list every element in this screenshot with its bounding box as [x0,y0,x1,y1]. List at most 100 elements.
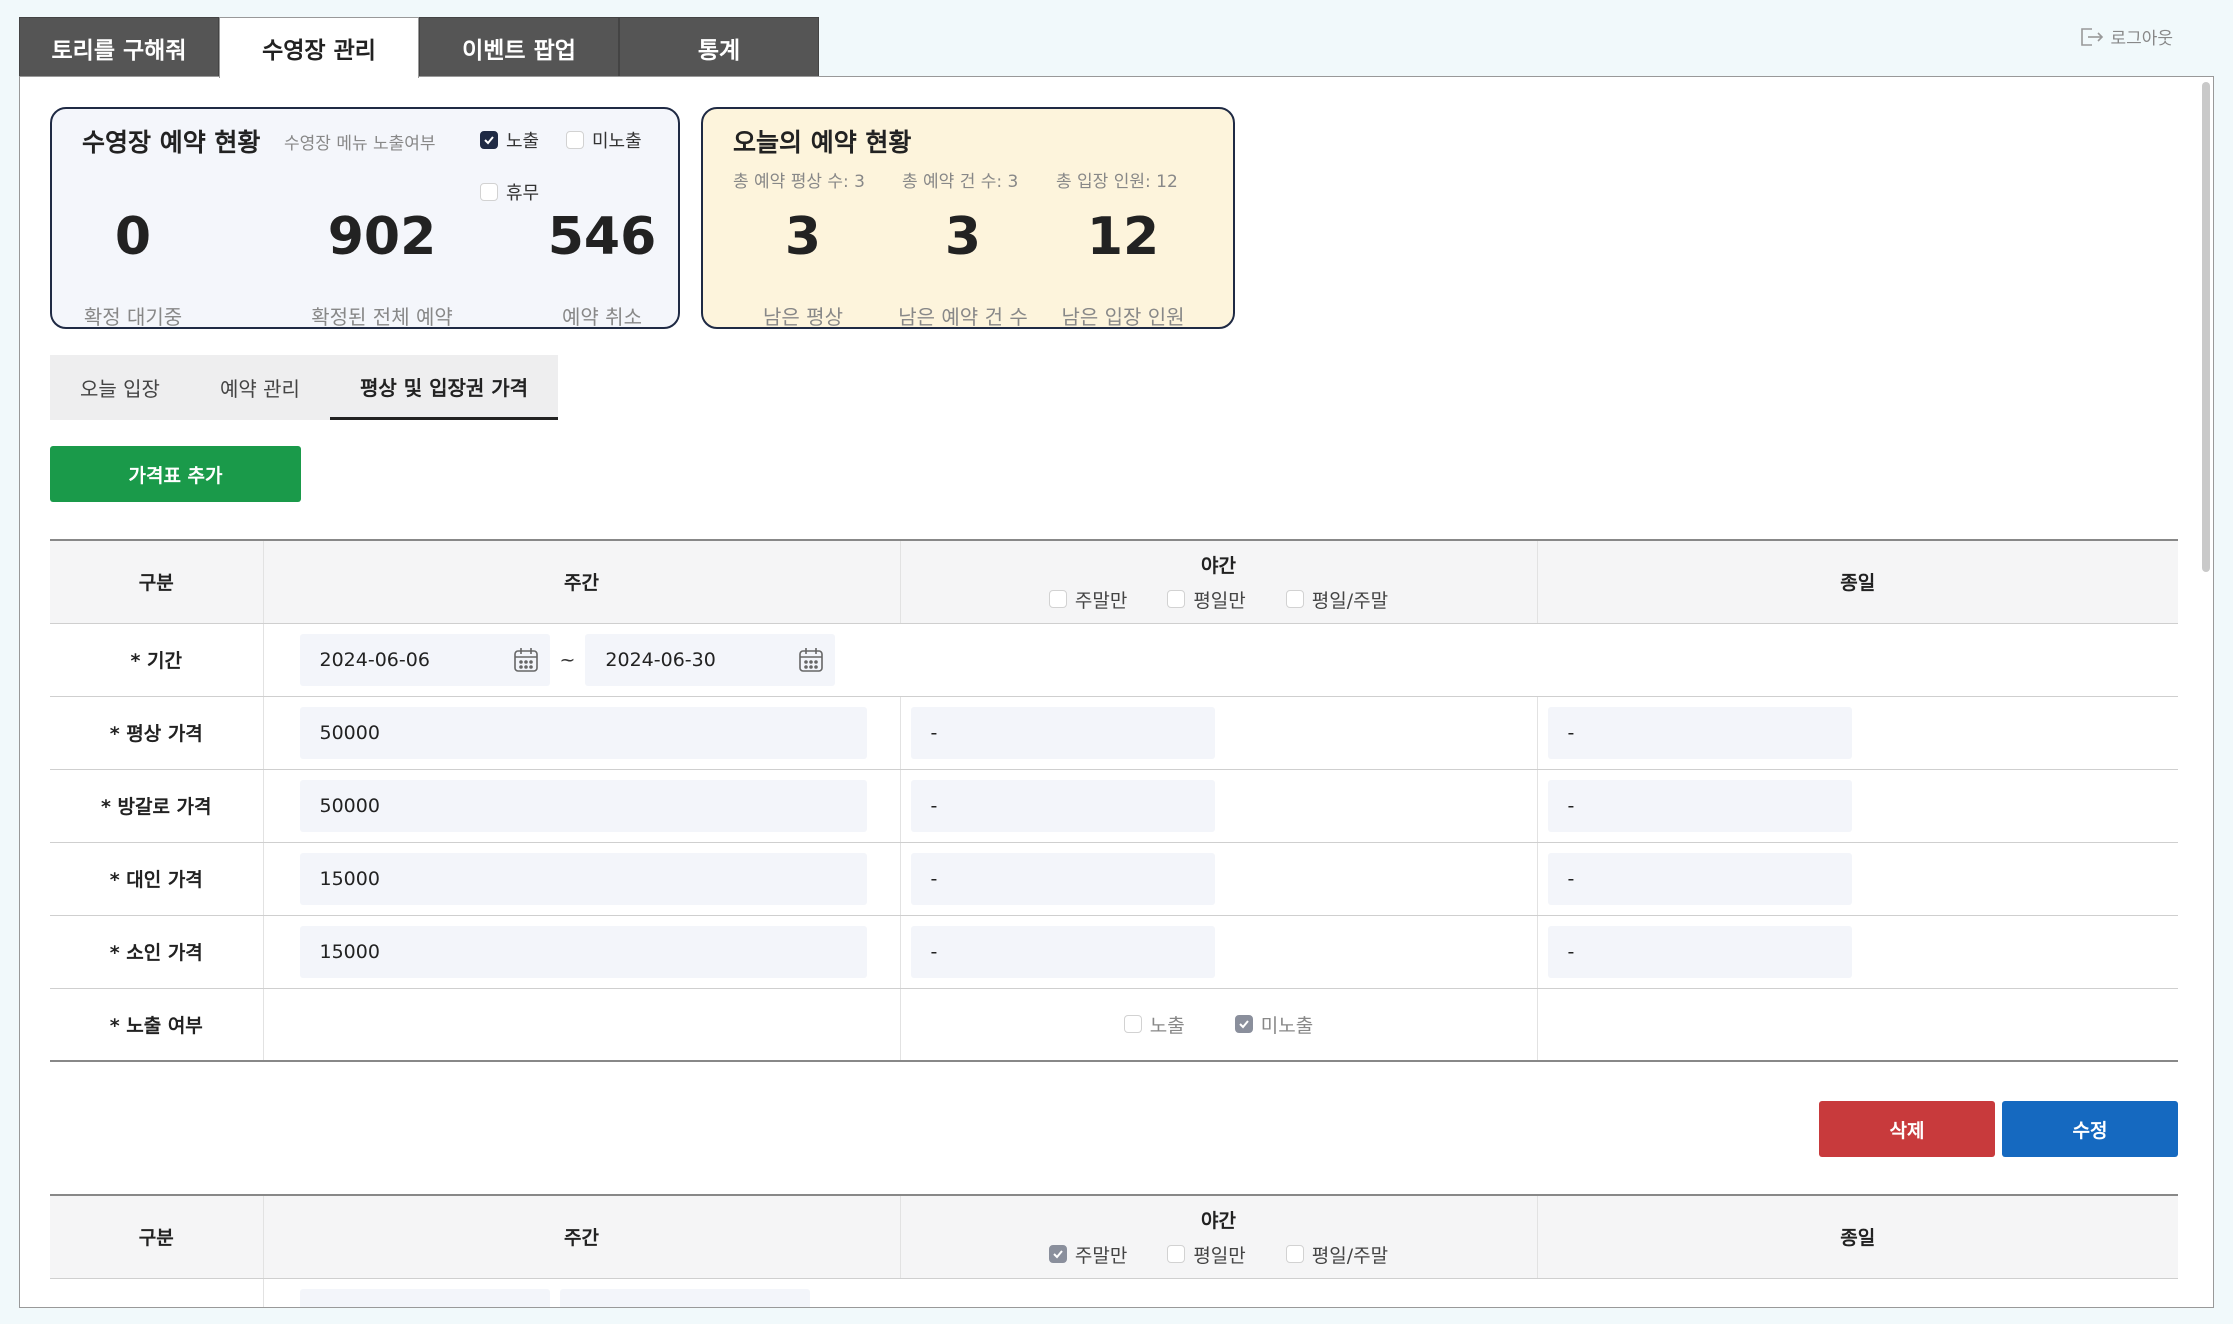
allday-price-input[interactable]: - [1547,925,1852,978]
day-price-input[interactable]: 15000 [299,925,867,978]
sub-tab-bar: 오늘 입장 예약 관리 평상 및 입장권 가격 [50,355,559,420]
stat-value: 12 [1086,207,1160,267]
add-price-table-button[interactable]: 가격표 추가 [50,446,301,502]
night-weekday-checkbox[interactable]: 평일만 [1167,1241,1246,1268]
checkbox-unchecked-icon [480,183,498,201]
night-options: 주말만 평일만 평일/주말 [901,1241,1537,1268]
day-price-input[interactable]: 15000 [299,852,867,905]
date-value: 2024-06-30 [605,648,716,671]
checkbox-unchecked-icon [1285,1245,1304,1264]
checkbox-unchecked-icon [1048,590,1067,609]
menu-show-checkbox[interactable]: 노출 [480,127,539,153]
stat-label: 확정된 전체 예약 [311,305,453,329]
option-label: 평일/주말 [1311,1244,1389,1267]
tab-price-settings[interactable]: 평상 및 입장권 가격 [329,355,559,420]
menu-hide-label: 미노출 [592,131,642,152]
checkbox-unchecked-icon [1285,590,1304,609]
table-row: * 방갈로 가격 50000 - - [50,769,2178,843]
card-title: 수영장 예약 현황 [82,128,261,157]
night-both-checkbox[interactable]: 평일/주말 [1285,586,1389,613]
allday-price-input[interactable]: - [1547,779,1852,832]
menu-visibility-label: 수영장 메뉴 노출여부 [284,134,436,154]
table-row-period [50,1278,2178,1307]
header-category: 구분 [50,1195,264,1279]
checkbox-unchecked-icon [1123,1015,1142,1034]
table-row: * 소인 가격 15000 - - [50,915,2178,989]
header-night: 야간 주말만 평일만 평일/주말 [900,540,1538,624]
night-both-checkbox[interactable]: 평일/주말 [1285,1241,1389,1268]
stat-value: 3 [944,207,982,267]
stat-label: 남은 평상 [763,305,843,329]
header-night-label: 야간 [1201,1209,1236,1232]
today-reservation-card: 오늘의 예약 현황 총 예약 평상 수: 3 총 예약 건 수: 3 총 입장 … [701,107,1235,329]
menu-closed-checkbox[interactable]: 휴무 [480,179,539,205]
start-date-input[interactable] [299,1288,550,1307]
date-value: 2024-06-06 [319,648,430,671]
edit-button[interactable]: 수정 [2002,1101,2178,1157]
stat-label: 남은 입장 인원 [1061,305,1185,329]
tab-today-entry[interactable]: 오늘 입장 [50,355,190,420]
allday-price-input[interactable]: - [1547,852,1852,905]
menu-hide-checkbox[interactable]: 미노출 [566,127,642,153]
stat-confirmed: 902 확정된 전체 예약 [282,211,482,330]
header-allday: 종일 [1537,1195,2178,1279]
header-day: 주간 [263,540,901,624]
table-row: * 평상 가격 50000 - - [50,696,2178,770]
night-price-input[interactable]: - [910,925,1215,978]
stat-remaining-visitors: 12 남은 입장 인원 [1053,211,1193,330]
row-label: * 소인 가격 [50,915,264,989]
menu-closed-label: 휴무 [506,183,540,204]
header-category: 구분 [50,540,264,624]
end-date-input[interactable] [559,1288,810,1307]
calendar-icon[interactable] [512,646,540,674]
tab-tori[interactable]: 토리를 구해줘 [19,17,219,77]
logout-icon [2081,27,2104,46]
end-date-input[interactable]: 2024-06-30 [585,633,836,686]
delete-button[interactable]: 삭제 [1819,1101,1995,1157]
top-tab-bar: 토리를 구해줘 수영장 관리 이벤트 팝업 통계 [19,17,819,78]
checkbox-checked-icon [1048,1245,1067,1264]
logout-button[interactable]: 로그아웃 [2078,24,2173,49]
total-visitor-count: 총 입장 인원: 12 [1056,172,1178,192]
day-price-input[interactable]: 50000 [299,779,867,832]
option-label: 노출 [1149,1014,1185,1037]
logout-label: 로그아웃 [2110,29,2173,49]
night-weekend-checkbox[interactable]: 주말만 [1048,586,1127,613]
checkbox-unchecked-icon [566,131,584,149]
table-row-period: * 기간 2024-06-06 ~ 2024-06-30 [50,623,2178,697]
tab-statistics[interactable]: 통계 [619,17,819,77]
stat-value: 546 [547,207,657,267]
stat-remaining-bookings: 3 남은 예약 건 수 [893,211,1033,330]
option-label: 주말만 [1074,1244,1128,1267]
night-price-input[interactable]: - [910,706,1215,759]
stat-label: 남은 예약 건 수 [898,305,1028,329]
expose-hide-checkbox[interactable]: 미노출 [1234,1011,1314,1038]
header-night: 야간 주말만 평일만 평일/주말 [900,1195,1538,1279]
header-night-label: 야간 [1201,554,1236,577]
expose-show-checkbox[interactable]: 노출 [1123,1011,1185,1038]
start-date-input[interactable]: 2024-06-06 [299,633,550,686]
price-table: 구분 주간 야간 주말만 평일만 평일/주말 종일 * 기간 2024-06-0… [50,539,2178,1062]
night-price-input[interactable]: - [910,779,1215,832]
row-label: * 평상 가격 [50,696,264,770]
option-label: 미노출 [1260,1014,1314,1037]
night-weekend-checkbox[interactable]: 주말만 [1048,1241,1128,1268]
option-label: 평일/주말 [1311,589,1389,612]
header-day: 주간 [263,1195,901,1279]
tab-reservation-management[interactable]: 예약 관리 [190,355,330,420]
tab-pool-management[interactable]: 수영장 관리 [219,17,419,78]
tab-event-popup[interactable]: 이벤트 팝업 [419,17,619,77]
allday-price-input[interactable]: - [1547,706,1852,759]
checkbox-checked-icon [1234,1015,1253,1034]
stat-value: 3 [784,207,822,267]
row-label: * 노출 여부 [50,988,264,1062]
day-price-input[interactable]: 50000 [299,706,867,759]
night-price-input[interactable]: - [910,852,1215,905]
calendar-icon[interactable] [797,646,825,674]
stat-label: 확정 대기중 [83,305,183,329]
scrollbar[interactable] [2202,82,2210,572]
menu-show-label: 노출 [506,131,540,152]
night-weekday-checkbox[interactable]: 평일만 [1167,586,1246,613]
total-booking-count: 총 예약 건 수: 3 [902,172,1019,192]
card-title: 오늘의 예약 현황 [733,128,912,157]
